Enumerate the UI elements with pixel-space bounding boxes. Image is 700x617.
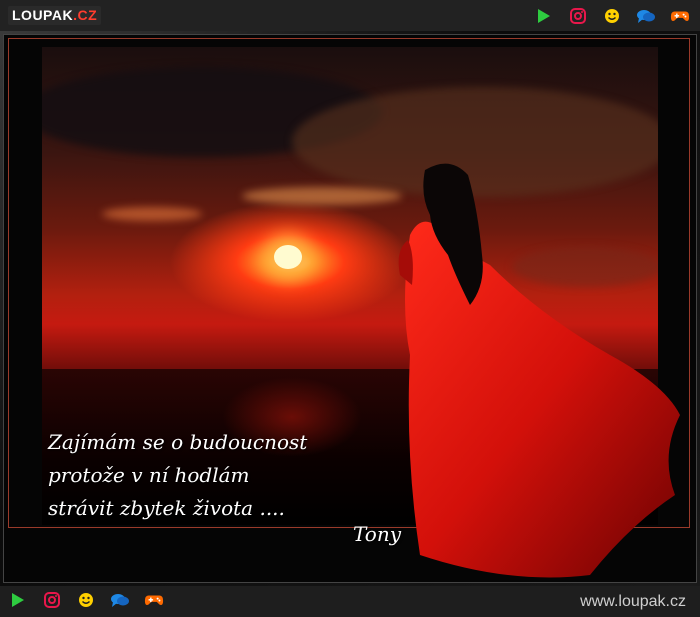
instagram-icon[interactable] xyxy=(568,6,588,26)
woman-silhouette xyxy=(398,163,680,578)
smiley-icon[interactable] xyxy=(602,6,622,26)
top-bar: LOUPAK.CZ xyxy=(0,0,700,31)
site-url-link[interactable]: www.loupak.cz xyxy=(580,593,686,611)
site-logo[interactable]: LOUPAK.CZ xyxy=(8,6,102,25)
instagram-icon[interactable] xyxy=(42,590,62,610)
cloud xyxy=(242,187,402,205)
gamepad-icon[interactable] xyxy=(670,6,690,26)
logo-suffix: .CZ xyxy=(73,7,98,23)
chat-icon[interactable] xyxy=(110,590,130,610)
top-icon-group xyxy=(534,6,690,26)
bottom-icon-group xyxy=(8,590,164,610)
logo-main: LOUPAK xyxy=(12,7,74,23)
play-icon[interactable] xyxy=(534,6,554,26)
gamepad-icon[interactable] xyxy=(144,590,164,610)
poem-line: strávit zbytek života .... xyxy=(48,496,285,520)
cloud xyxy=(102,207,202,221)
smiley-icon[interactable] xyxy=(76,590,96,610)
poem-line: protože v ní hodlám xyxy=(48,463,250,487)
poem-text: Zajímám se o budoucnost protože v ní hod… xyxy=(48,426,307,525)
chat-icon[interactable] xyxy=(636,6,656,26)
poem-line: Zajímám se o budoucnost xyxy=(48,430,308,454)
sun xyxy=(274,245,302,269)
play-icon[interactable] xyxy=(8,590,28,610)
poem-signature: Tony xyxy=(353,522,402,546)
